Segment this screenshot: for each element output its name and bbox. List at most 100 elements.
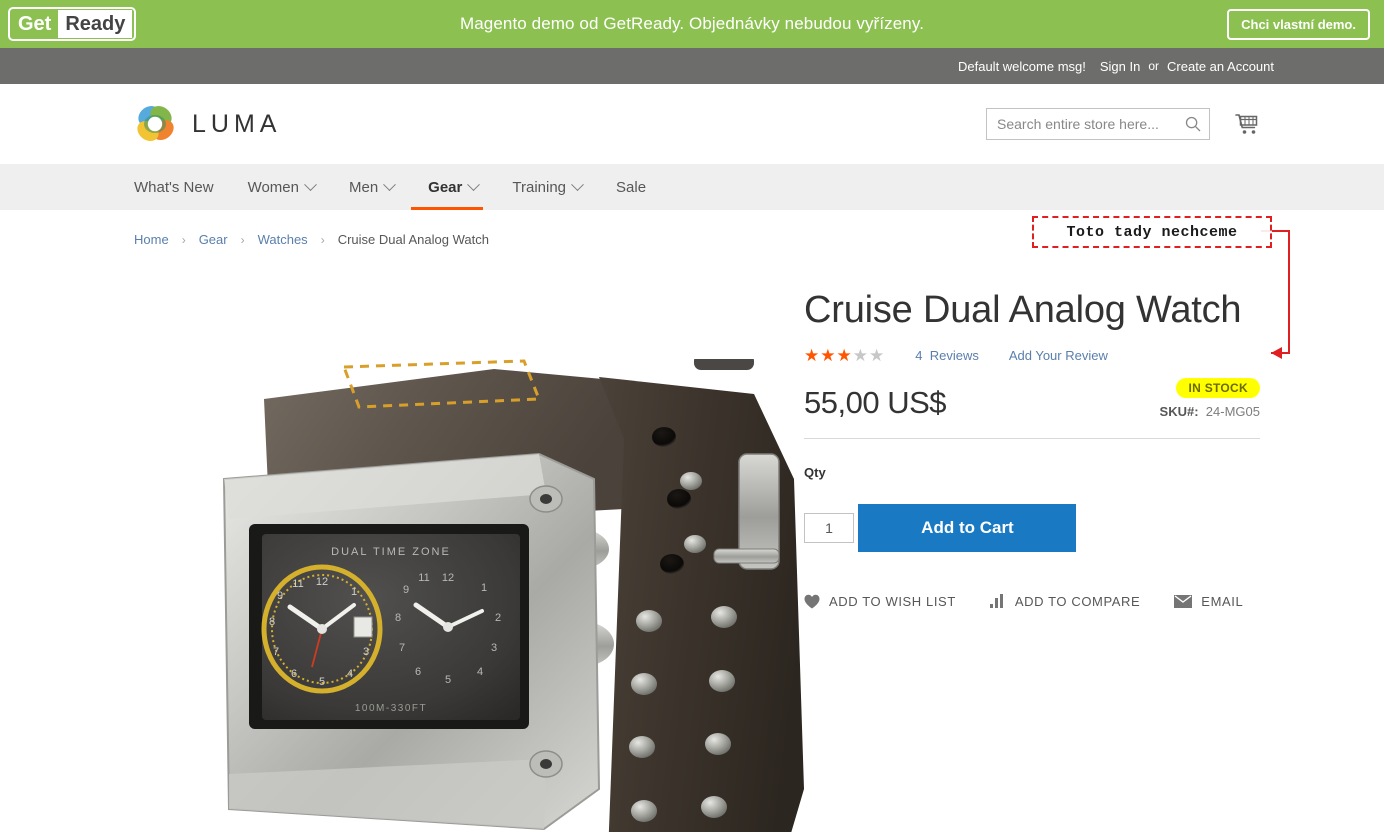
demo-banner-message: Magento demo od GetReady. Objednávky neb…: [459, 14, 925, 33]
product-photo[interactable]: DUAL TIME ZONE 100M-330FT 1212 345 678 9…: [194, 359, 814, 832]
star-on-icon: ★: [804, 345, 821, 365]
breadcrumb-item-home[interactable]: Home: [134, 232, 169, 247]
action-label: EMAIL: [1201, 593, 1244, 609]
svg-text:12: 12: [316, 576, 328, 588]
header-tools: [986, 108, 1260, 140]
main-navigation: What's New Women Men Gear Training Sale: [0, 164, 1384, 210]
nav-item-sale[interactable]: Sale: [599, 164, 663, 210]
quantity-stepper[interactable]: [804, 512, 854, 543]
breadcrumb-separator: ›: [240, 232, 245, 247]
breadcrumb-separator: ›: [320, 232, 325, 247]
reviews-count-link[interactable]: 4 Reviews: [915, 348, 979, 363]
request-demo-button[interactable]: Chci vlastní demo.: [1227, 9, 1370, 40]
nav-item-training[interactable]: Training: [495, 164, 599, 210]
chevron-down-icon: [304, 177, 317, 191]
product-actions: ADD TO WISH LIST ADD TO COMPARE EMAIL: [804, 594, 1260, 609]
star-off-icon: ★: [852, 345, 869, 365]
nav-item-whats-new[interactable]: What's New: [134, 164, 231, 210]
nav-label: Men: [348, 178, 379, 196]
nav-label: Sale: [616, 178, 647, 196]
search-input[interactable]: [987, 109, 1209, 139]
svg-text:5: 5: [445, 674, 451, 686]
svg-text:7: 7: [273, 646, 279, 658]
svg-text:3: 3: [363, 646, 369, 658]
reviews-count[interactable]: 4: [915, 348, 922, 363]
create-account-link[interactable]: Create an Account: [1167, 59, 1274, 74]
sign-in-link[interactable]: Sign In: [1100, 59, 1140, 74]
annotation-text: Toto tady nechceme: [1066, 223, 1238, 241]
svg-text:1: 1: [481, 582, 487, 594]
account-strip: Default welcome msg! Sign In or Create a…: [0, 48, 1384, 84]
svg-text:12: 12: [442, 572, 454, 584]
luma-logo[interactable]: LUMA: [134, 103, 281, 145]
action-label: ADD TO WISH LIST: [829, 593, 956, 609]
page-title: Cruise Dual Analog Watch: [804, 289, 1242, 331]
svg-text:1: 1: [351, 586, 357, 598]
reviews-label[interactable]: Reviews: [930, 348, 979, 363]
product-page: Get Ready Magento demo od GetReady. Objed…: [0, 0, 1384, 832]
nav-label: What's New: [134, 178, 214, 196]
welcome-message: Default welcome msg!: [957, 58, 1086, 74]
breadcrumb-current: Cruise Dual Analog Watch: [337, 232, 489, 247]
chevron-down-icon: [383, 177, 397, 191]
qty-label: Qty: [804, 464, 826, 480]
svg-text:4: 4: [477, 666, 483, 678]
or-separator: or: [1148, 59, 1160, 73]
svg-text:8: 8: [395, 612, 401, 624]
breadcrumb-item-watches[interactable]: Watches: [258, 232, 308, 247]
nav-label: Women: [247, 178, 299, 196]
getready-logo-ready: Ready: [58, 10, 133, 38]
product-price: 55,00 US$: [804, 384, 947, 420]
svg-text:8: 8: [269, 616, 275, 628]
star-rating[interactable]: ★★★★★: [804, 347, 885, 364]
action-label: ADD TO COMPARE: [1014, 593, 1141, 609]
getready-logo-get: Get: [18, 13, 52, 35]
search-icon[interactable]: [1185, 116, 1201, 132]
svg-text:2: 2: [495, 612, 501, 624]
demo-banner: Get Ready Magento demo od GetReady. Objed…: [0, 0, 1384, 48]
page-content: Home › Gear › Watches › Cruise Dual Anal…: [0, 210, 1384, 832]
bar-chart-icon: [989, 594, 1003, 609]
add-review-link[interactable]: Add Your Review: [1009, 348, 1108, 363]
svg-text:11: 11: [292, 578, 303, 590]
svg-text:3: 3: [491, 642, 497, 654]
stock-column: IN STOCK SKU#: 24-MG05: [1159, 377, 1260, 421]
sku-value: 24-MG05: [1205, 403, 1260, 419]
annotation-note: Toto tady nechceme: [1032, 216, 1272, 248]
svg-text:100M-330FT: 100M-330FT: [355, 703, 427, 714]
add-to-wishlist-link[interactable]: ADD TO WISH LIST: [804, 594, 956, 609]
price-stock-row: 55,00 US$ IN STOCK SKU#: 24-MG05: [804, 377, 1260, 421]
nav-item-gear[interactable]: Gear: [411, 164, 495, 210]
info-divider: [804, 437, 1260, 439]
site-header: LUMA: [0, 84, 1384, 164]
search-box[interactable]: [986, 108, 1210, 140]
product-image-area[interactable]: DUAL TIME ZONE 100M-330FT 1212 345 678 9…: [134, 259, 804, 832]
svg-text:6: 6: [291, 668, 297, 680]
breadcrumb-separator: ›: [181, 232, 186, 247]
svg-text:9: 9: [403, 584, 409, 596]
svg-text:5: 5: [319, 676, 325, 688]
nav-item-men[interactable]: Men: [332, 164, 411, 210]
star-on-icon: ★: [836, 345, 853, 365]
chevron-down-icon: [467, 177, 481, 191]
getready-logo[interactable]: Get Ready: [8, 7, 137, 41]
shopping-cart-icon[interactable]: [1232, 110, 1260, 138]
email-link[interactable]: EMAIL: [1174, 594, 1243, 609]
envelope-icon: [1174, 594, 1193, 608]
breadcrumb-item-gear[interactable]: Gear: [199, 232, 228, 247]
svg-text:4: 4: [347, 668, 353, 680]
sku-label: SKU#:: [1159, 403, 1199, 419]
svg-text:9: 9: [277, 590, 283, 602]
nav-item-women[interactable]: Women: [231, 164, 332, 210]
svg-text:6: 6: [415, 666, 421, 678]
status-badge: IN STOCK: [1176, 377, 1260, 398]
svg-text:11: 11: [418, 572, 429, 584]
product-info: Cruise Dual Analog Watch ★★★★★ 4 Reviews…: [794, 259, 1260, 832]
svg-text:DUAL TIME ZONE: DUAL TIME ZONE: [331, 546, 451, 558]
heart-icon: [804, 594, 820, 609]
add-to-compare-link[interactable]: ADD TO COMPARE: [989, 593, 1141, 609]
nav-label: Training: [512, 178, 567, 196]
add-to-cart-button[interactable]: Add to Cart: [858, 503, 1077, 552]
nav-label: Gear: [428, 178, 463, 196]
svg-text:7: 7: [399, 642, 405, 654]
